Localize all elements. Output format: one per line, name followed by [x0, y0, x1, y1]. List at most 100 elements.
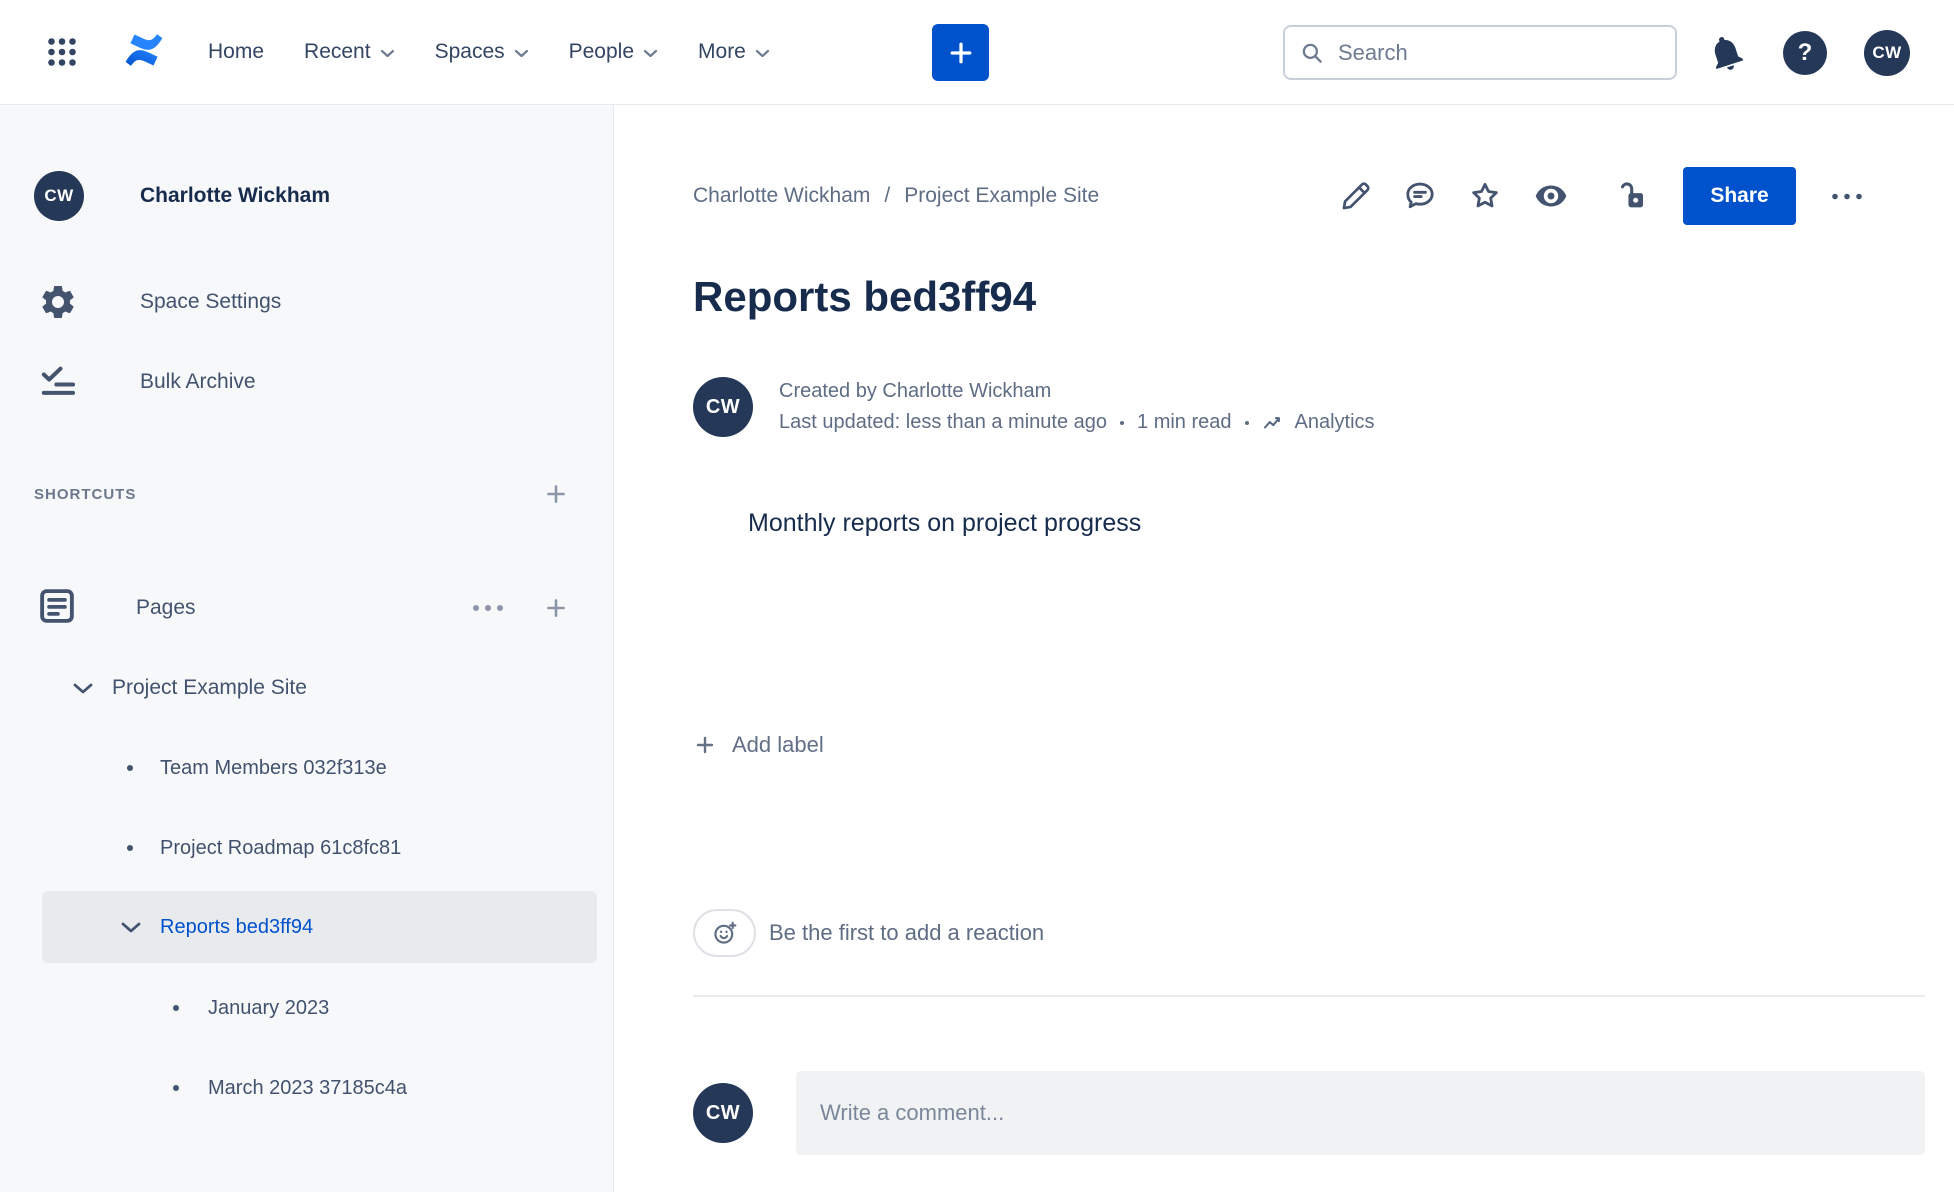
restrictions-button[interactable] [1614, 179, 1648, 213]
search-input[interactable] [1338, 39, 1661, 66]
favourite-button[interactable] [1468, 179, 1502, 213]
tree-item-label: Reports bed3ff94 [160, 915, 314, 938]
gear-icon [38, 282, 82, 322]
bulk-archive-icon [38, 362, 82, 402]
unlock-icon [1620, 182, 1644, 208]
reactions-row: Be the first to add a reaction [693, 909, 1925, 957]
confluence-logo[interactable] [80, 28, 168, 77]
add-label-text: Add label [732, 732, 824, 757]
tree-item-label: Project Roadmap 61c8fc81 [160, 836, 402, 859]
tree-item-team-members[interactable]: Team Members 032f313e [0, 741, 613, 795]
page-body-text: Monthly reports on project progress [748, 509, 1142, 537]
add-label-button[interactable]: Add label [693, 729, 824, 761]
page-title: Reports bed3ff94 [693, 273, 1037, 320]
nav-item-label: More [698, 40, 746, 63]
nav-item-label: Home [208, 40, 265, 63]
breadcrumb-link-parent[interactable]: Project Example Site [904, 184, 1099, 208]
plus-icon [950, 42, 971, 63]
bullet-icon [173, 1085, 179, 1091]
nav-item-label: Spaces [434, 40, 505, 63]
app-switcher-icon[interactable] [44, 34, 80, 70]
chevron-down-icon [121, 922, 141, 932]
watch-button[interactable] [1533, 178, 1569, 214]
comments-divider [693, 995, 1925, 997]
space-name: Charlotte Wickham [140, 184, 331, 207]
plus-icon [547, 599, 565, 617]
avatar-initials: CW [705, 395, 741, 418]
analytics-icon [1263, 416, 1280, 428]
nav-item-recent[interactable]: Recent [304, 40, 395, 64]
comment-bubble-icon [1406, 182, 1434, 209]
help-glyph: ? [1797, 39, 1813, 66]
created-by-text[interactable]: Created by Charlotte Wickham [779, 378, 1051, 405]
breadcrumb-separator: / [884, 184, 891, 207]
page-header-row: Charlotte Wickham / Project Example Site… [693, 167, 1925, 225]
nav-item-home[interactable]: Home [208, 40, 264, 64]
chevron-down-icon [755, 49, 769, 58]
plus-icon [547, 485, 565, 503]
bullet-icon [173, 1005, 179, 1011]
nav-item-people[interactable]: People [569, 40, 658, 64]
pages-section-row: Pages [36, 581, 569, 635]
more-actions-button[interactable] [1831, 193, 1863, 200]
tree-item-label: Project Example Site [112, 676, 307, 699]
comments-button[interactable] [1403, 179, 1437, 213]
pages-icon [36, 585, 78, 632]
bullet-icon [127, 765, 133, 771]
pages-more-button[interactable] [471, 604, 505, 612]
tree-item-march-2023[interactable]: March 2023 37185c4a [0, 1061, 613, 1115]
comment-row: CW [693, 1071, 1925, 1155]
share-button[interactable]: Share [1683, 167, 1796, 225]
star-icon [1472, 182, 1498, 208]
comment-input[interactable] [796, 1071, 1925, 1155]
watch-eye-icon [1535, 185, 1567, 207]
page-content: Charlotte Wickham / Project Example Site… [615, 105, 1954, 1192]
ellipsis-icon [473, 605, 503, 611]
sidebar-item-space-settings[interactable]: Space Settings [38, 275, 613, 329]
sidebar-item-label: Bulk Archive [140, 370, 256, 393]
analytics-link[interactable]: Analytics [1262, 409, 1375, 436]
search-box[interactable] [1283, 25, 1677, 80]
sidebar-item-bulk-archive[interactable]: Bulk Archive [38, 355, 613, 409]
top-navigation-bar: Home Recent Spaces People More Search ? … [0, 0, 1954, 105]
bell-icon [1714, 37, 1744, 70]
pages-label[interactable]: Pages [136, 596, 196, 620]
profile-menu-button[interactable]: CW [1864, 30, 1910, 76]
analytics-label: Analytics [1294, 411, 1375, 433]
help-icon: ? [1783, 31, 1827, 75]
nav-item-label: People [568, 40, 635, 63]
nav-item-spaces[interactable]: Spaces [435, 40, 529, 64]
avatar: CW [693, 1083, 753, 1143]
chevron-down-icon [73, 683, 93, 693]
read-time-text: 1 min read [1137, 411, 1232, 433]
chevron-down-icon [380, 49, 394, 58]
avatar-initials: CW [1872, 43, 1902, 62]
tree-item-reports-selected[interactable]: Reports bed3ff94 [42, 891, 597, 963]
tree-item-label: Team Members 032f313e [160, 756, 387, 779]
sidebar-item-label: Space Settings [140, 290, 282, 313]
create-page-button[interactable] [543, 595, 569, 621]
help-button[interactable]: ? [1782, 30, 1828, 76]
chevron-down-icon [643, 49, 658, 58]
reaction-prompt: Be the first to add a reaction [769, 920, 1045, 945]
tree-item-project-example-site[interactable]: Project Example Site [0, 661, 613, 715]
create-button[interactable] [932, 24, 989, 81]
space-profile[interactable]: CW Charlotte Wickham [34, 167, 613, 225]
add-reaction-button[interactable] [693, 909, 756, 957]
shortcuts-section-header: SHORTCUTS [34, 479, 569, 509]
edit-button[interactable] [1339, 180, 1372, 213]
page-actions: Share [1339, 167, 1863, 225]
shortcuts-heading: SHORTCUTS [34, 485, 137, 503]
notifications-button[interactable] [1703, 30, 1749, 76]
avatar[interactable]: CW [693, 377, 753, 437]
add-reaction-icon [713, 921, 736, 944]
search-icon [1302, 43, 1322, 63]
avatar-initials: CW [44, 186, 74, 205]
nav-item-more[interactable]: More [698, 40, 770, 64]
tree-item-label: January 2023 [208, 996, 330, 1019]
tree-item-project-roadmap[interactable]: Project Roadmap 61c8fc81 [0, 821, 613, 875]
tree-item-january-2023[interactable]: January 2023 [0, 981, 613, 1035]
add-shortcut-button[interactable] [543, 481, 569, 507]
nav-item-label: Recent [304, 40, 371, 63]
breadcrumb-link-space[interactable]: Charlotte Wickham [693, 184, 870, 208]
